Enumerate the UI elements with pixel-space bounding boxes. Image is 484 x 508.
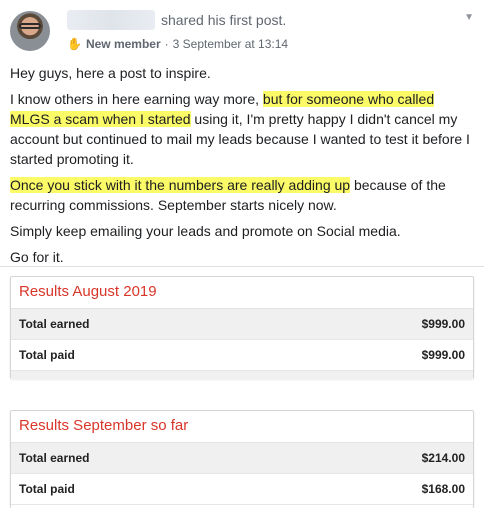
- card-title: Results August 2019: [11, 277, 473, 309]
- results-card: Results August 2019 Total earned $999.00…: [10, 276, 474, 379]
- highlighted-text: Once you stick with it the numbers are r…: [10, 177, 351, 193]
- post-header: shared his first post. ✋ New member · 3 …: [10, 8, 474, 52]
- row-value: $999.00: [421, 348, 465, 362]
- row-label: Total paid: [19, 348, 75, 362]
- row-label: Total paid: [19, 482, 75, 496]
- paragraph: I know others in here earning way more, …: [10, 89, 472, 169]
- paragraph: Hey guys, here a post to inspire.: [10, 65, 211, 81]
- post-body: Hey guys, here a post to inspire. I know…: [10, 63, 472, 273]
- table-row: Total paid $999.00: [11, 340, 473, 371]
- row-value: $999.00: [421, 317, 465, 331]
- shared-text: shared his first post.: [161, 12, 287, 28]
- row-value: $214.00: [421, 451, 465, 465]
- row-value: $168.00: [421, 482, 465, 496]
- row-label: Total earned: [19, 317, 90, 331]
- table-row: Total paid $168.00: [11, 474, 473, 505]
- text-segment: I know others in here earning way more,: [10, 91, 263, 107]
- card-title: Results September so far: [11, 411, 473, 443]
- row-label: Total earned: [19, 451, 90, 465]
- table-row: Total earned $999.00: [11, 309, 473, 340]
- card-footer: [11, 371, 473, 379]
- table-row: Total earned $214.00: [11, 443, 473, 474]
- author-name-redacted[interactable]: [67, 10, 155, 30]
- post-timestamp[interactable]: 3 September at 13:14: [173, 37, 288, 51]
- new-member-badge[interactable]: New member: [86, 37, 161, 51]
- paragraph: Once you stick with it the numbers are r…: [10, 175, 472, 215]
- divider: [0, 266, 484, 267]
- wave-hand-icon: ✋: [67, 37, 82, 51]
- meta-separator: ·: [164, 37, 169, 51]
- post-meta: ✋ New member · 3 September at 13:14: [67, 37, 288, 51]
- paragraph: Go for it.: [10, 249, 64, 265]
- paragraph: Simply keep emailing your leads and prom…: [10, 223, 401, 239]
- chevron-down-icon[interactable]: ▼: [464, 12, 474, 23]
- results-card: Results September so far Total earned $2…: [10, 410, 474, 508]
- avatar[interactable]: [10, 11, 50, 51]
